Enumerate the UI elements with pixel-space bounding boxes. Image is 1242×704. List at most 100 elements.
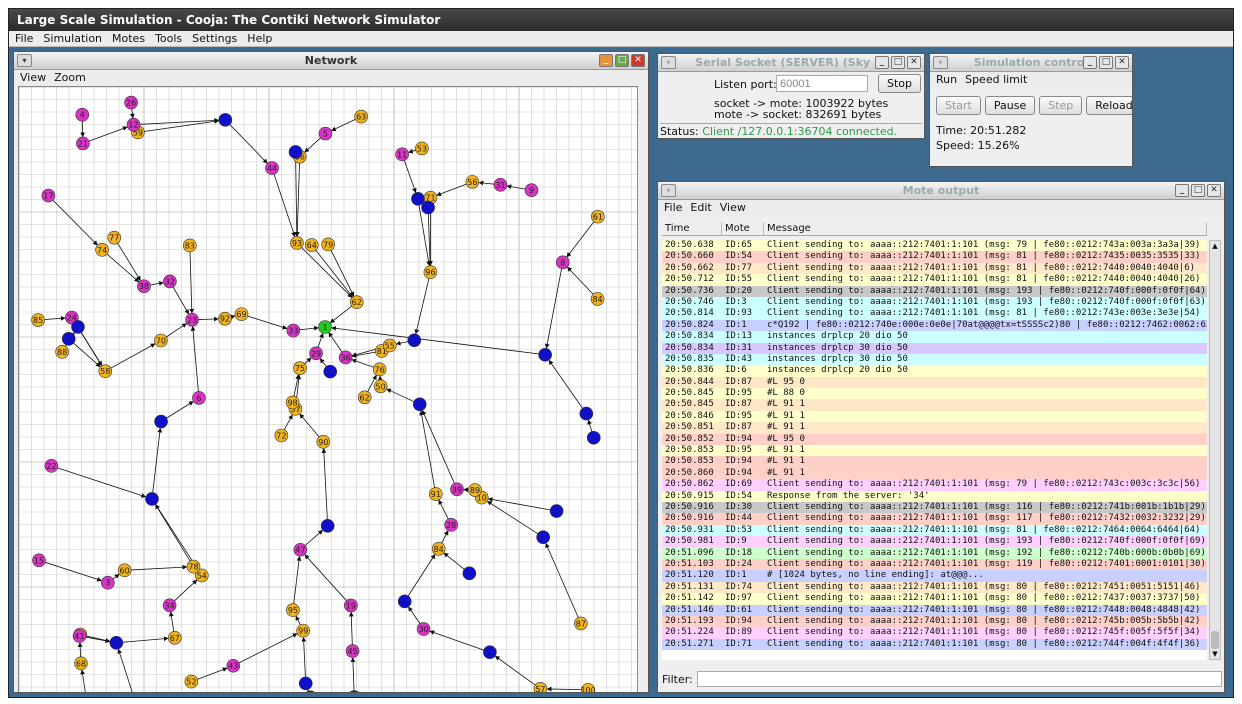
maximize-icon[interactable]: □ <box>891 56 905 69</box>
mote-node[interactable] <box>407 333 422 348</box>
mote-node-93[interactable]: 93 <box>290 236 304 250</box>
menu-simulation[interactable]: Simulation <box>43 31 102 46</box>
mote-node-79[interactable]: 79 <box>321 237 335 252</box>
mote-node-64[interactable]: 64 <box>304 238 319 252</box>
mote-node-87[interactable]: 87 <box>574 616 588 631</box>
mote-node[interactable] <box>483 645 497 660</box>
mote-node-84[interactable]: 84 <box>431 541 446 556</box>
maximize-icon[interactable]: □ <box>1099 56 1113 69</box>
table-row[interactable]: 20:50.845 ID:95 #L 88 0 <box>662 388 1207 400</box>
mote-node-91[interactable]: 91 <box>428 487 443 501</box>
serial-socket-titlebar[interactable]: ▾ Serial Socket (SERVER) (Sky 1) _ □ ✕ <box>658 54 924 72</box>
table-row[interactable]: 20:50.746 ID:3 Client sending to: aaaa::21… <box>662 296 1207 309</box>
mote-output-titlebar[interactable]: ▾ Mote output _ □ ✕ <box>658 182 1224 200</box>
pause-button[interactable]: Pause <box>984 96 1036 115</box>
table-row[interactable]: 20:51.146 ID:61 Client sending to: aaaa::2… <box>662 604 1207 616</box>
mote-node[interactable] <box>579 406 594 421</box>
table-row[interactable]: 20:51.224 ID:89 Client sending to: aaaa::2… <box>662 627 1207 639</box>
step-button[interactable]: Step <box>1039 96 1083 115</box>
mote-node[interactable] <box>586 430 601 445</box>
window-menu-icon[interactable]: ▾ <box>661 56 676 69</box>
table-row[interactable]: 20:50.931 ID:53 Client sending to: aaaa::2… <box>662 524 1207 537</box>
mote-node-36[interactable]: 36 <box>338 350 353 365</box>
minimize-icon[interactable]: _ <box>875 56 889 69</box>
menu-file[interactable]: File <box>15 31 33 46</box>
mote-node[interactable] <box>288 145 303 159</box>
mote-node[interactable] <box>218 113 233 127</box>
mote-node-57[interactable]: 57 <box>533 682 548 693</box>
mote-node[interactable] <box>538 347 552 362</box>
close-icon[interactable]: ✕ <box>631 54 645 67</box>
mote-node-9[interactable]: 9 <box>524 183 539 198</box>
table-row[interactable]: 20:50.860 ID:94 #L 91 1 <box>662 467 1207 480</box>
table-row[interactable]: 20:50.915 ID:54 Response from the server: … <box>662 490 1207 502</box>
table-row[interactable]: 20:50.834 ID:31 instances drplcp 30 dio 50 <box>662 342 1207 354</box>
mote-node-100[interactable]: 100 <box>580 682 596 693</box>
table-row[interactable]: 20:50.835 ID:43 instances drplcp 30 dio 50 <box>662 353 1207 366</box>
table-row[interactable]: 20:51.096 ID:18 Client sending to: aaaa::2… <box>662 547 1207 559</box>
mote-node-61[interactable]: 61 <box>591 209 605 224</box>
mote-node-76[interactable]: 76 <box>372 362 387 377</box>
mote-node[interactable] <box>536 530 550 545</box>
mote-node-41[interactable]: 41 <box>72 629 87 643</box>
mote-node-62[interactable]: 62 <box>349 295 364 310</box>
mote-menu-view[interactable]: View <box>720 200 746 216</box>
mote-node-70[interactable]: 70 <box>154 333 168 348</box>
mote-node-34[interactable]: 34 <box>162 598 177 613</box>
window-menu-icon[interactable]: ▾ <box>933 56 948 69</box>
mote-node-44[interactable]: 44 <box>265 161 279 175</box>
mote-node-39[interactable]: 39 <box>450 482 464 497</box>
mote-node-21[interactable]: 21 <box>76 136 90 151</box>
table-row[interactable]: 20:50.981 ID:9 Client sending to: aaaa::21… <box>662 536 1207 548</box>
mote-node[interactable] <box>71 320 85 334</box>
reload-button[interactable]: Reload <box>1086 96 1132 115</box>
mote-node-53[interactable]: 53 <box>415 141 429 156</box>
mote-output-table[interactable]: 20:50.638 ID:65 Client sending to: aaaa::2… <box>662 240 1207 660</box>
mote-node-19[interactable]: 19 <box>344 598 358 613</box>
table-row[interactable]: 20:50.851 ID:87 #L 91 1 <box>662 422 1207 434</box>
mote-node-85[interactable]: 85 <box>31 313 45 327</box>
table-row[interactable]: 20:51.271 ID:71 Client sending to: aaaa::2… <box>662 638 1207 651</box>
mote-node-11[interactable]: 11 <box>395 147 409 162</box>
table-row[interactable]: 20:51.120 ID:1 # [1024 bytes, no line endi… <box>662 570 1207 582</box>
mote-node-99[interactable]: 99 <box>296 623 310 638</box>
simctl-titlebar[interactable]: ▾ Simulation control _ □ ✕ <box>930 54 1132 72</box>
minimize-icon[interactable]: _ <box>599 54 613 67</box>
scroll-thumb[interactable] <box>1211 631 1219 649</box>
mote-node-6[interactable]: 6 <box>192 391 206 405</box>
mote-node-92[interactable]: 92 <box>218 311 232 326</box>
network-menu-view[interactable]: View <box>20 70 46 86</box>
mote-node-88[interactable]: 88 <box>55 345 69 359</box>
mote-node[interactable] <box>421 200 435 215</box>
start-button[interactable]: Start <box>936 96 981 115</box>
col-time[interactable]: Time <box>662 222 722 235</box>
mote-node-28[interactable]: 28 <box>444 518 458 532</box>
mote-menu-edit[interactable]: Edit <box>690 200 711 216</box>
table-row[interactable]: 20:50.853 ID:95 #L 91 1 <box>662 445 1207 457</box>
network-titlebar[interactable]: ▾ Network _ □ ✕ <box>14 52 648 70</box>
menu-speed-limit[interactable]: Speed limit <box>965 72 1027 88</box>
close-icon[interactable]: ✕ <box>1115 56 1129 69</box>
mote-node-52[interactable]: 52 <box>184 674 199 689</box>
mote-node[interactable] <box>61 332 76 346</box>
mote-node-43[interactable]: 43 <box>226 658 241 673</box>
mote-node[interactable] <box>323 364 338 379</box>
minimize-icon[interactable]: _ <box>1175 184 1189 197</box>
close-icon[interactable]: ✕ <box>907 56 921 69</box>
menu-motes[interactable]: Motes <box>112 31 145 46</box>
mote-node[interactable] <box>549 504 564 518</box>
table-row[interactable]: 20:50.852 ID:94 #L 95 0 <box>662 433 1207 446</box>
table-row[interactable]: 20:50.824 ID:1 c*Q192 | fe80::0212:740e:00… <box>662 319 1207 332</box>
mote-node-45[interactable]: 45 <box>345 644 360 658</box>
filter-input[interactable] <box>696 671 1222 687</box>
mote-node[interactable] <box>320 519 335 533</box>
table-row[interactable]: 20:50.916 ID:30 Client sending to: aaaa::2… <box>662 501 1207 514</box>
mote-node-90[interactable]: 90 <box>316 435 331 449</box>
mote-node-4[interactable]: 4 <box>75 107 90 122</box>
stop-button[interactable]: Stop <box>878 74 922 93</box>
network-canvas[interactable]: 9074576681545379716259100586172966593626… <box>18 86 638 693</box>
mote-node-50[interactable]: 50 <box>373 379 388 394</box>
vertical-scrollbar[interactable]: ▲ ▼ <box>1209 240 1221 660</box>
mote-node[interactable] <box>462 566 477 581</box>
table-row[interactable]: 20:50.916 ID:44 Client sending to: aaaa::2… <box>662 513 1207 525</box>
